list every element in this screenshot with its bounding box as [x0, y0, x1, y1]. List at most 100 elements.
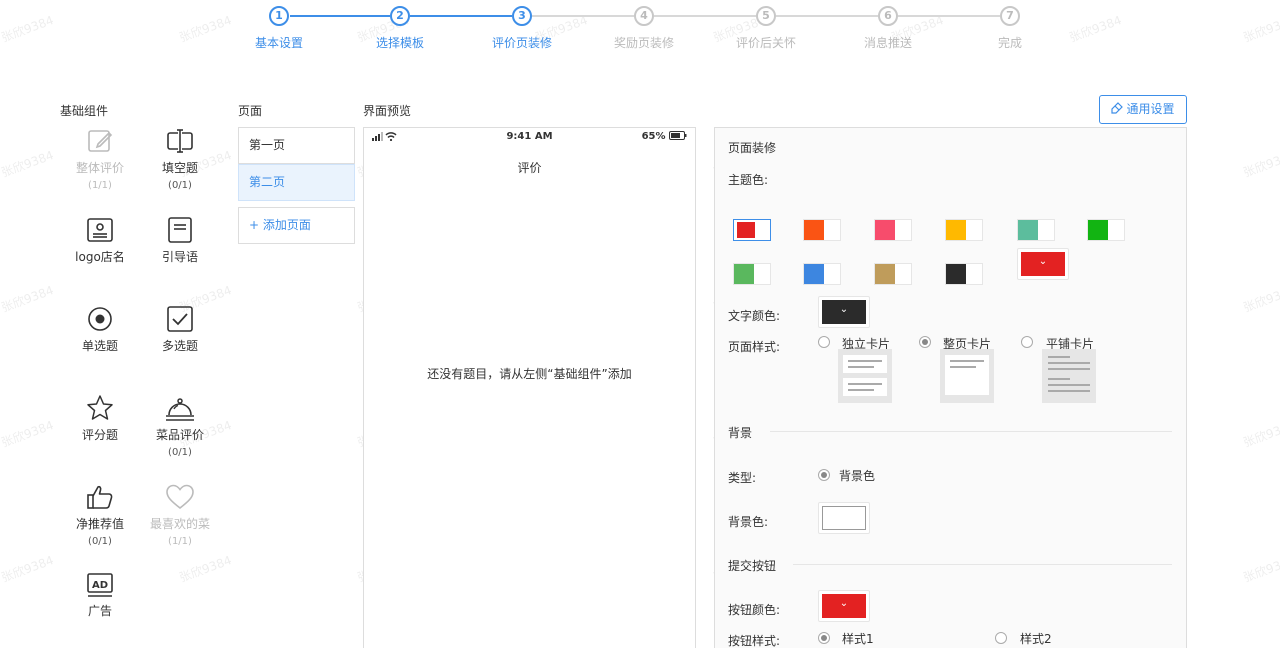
- component-favorite-dish[interactable]: 最喜欢的菜 (1/1): [144, 483, 216, 547]
- component-dish-review[interactable]: 菜品评价 (0/1): [144, 394, 216, 458]
- theme-color-swatch[interactable]: [1017, 219, 1055, 241]
- theme-color-swatch[interactable]: [874, 263, 912, 285]
- component-count: (0/1): [168, 447, 192, 458]
- theme-color-swatch[interactable]: [803, 219, 841, 241]
- text-cursor-icon: [167, 129, 193, 153]
- bg-color-picker[interactable]: [818, 502, 870, 534]
- step-6[interactable]: 6 消息推送: [838, 6, 938, 51]
- bg-type-radio[interactable]: [818, 469, 830, 481]
- button-style-option-2: 样式2: [1020, 632, 1052, 646]
- page-style-radio-3[interactable]: [1021, 336, 1033, 348]
- watermark-text: 张欣9384: [0, 283, 56, 315]
- status-bar: 9:41 AM 65%: [364, 128, 695, 146]
- step-number: 4: [634, 6, 654, 26]
- button-color-label: 按钮颜色:: [728, 603, 781, 617]
- custom-theme-color-picker[interactable]: ⌄: [1017, 248, 1069, 280]
- theme-color-swatch[interactable]: [733, 219, 771, 241]
- text-color-label: 文字颜色:: [728, 309, 781, 323]
- theme-color-swatch[interactable]: [803, 263, 841, 285]
- empty-state-text: 还没有题目，请从左侧“基础组件”添加: [427, 367, 632, 381]
- page-style-thumb-2[interactable]: [940, 349, 994, 403]
- step-number: 5: [756, 6, 776, 26]
- watermark-text: 张欣9384: [1241, 553, 1280, 585]
- watermark-text: 张欣9384: [0, 418, 56, 450]
- component-logo-name[interactable]: logo店名: [64, 216, 136, 265]
- settings-panel: 页面装修 主题色: ⌄ 文字颜色: ⌄ 页面样式: 独立卡片 整页卡片 平铺卡片…: [714, 127, 1187, 648]
- swatch-fill: [734, 264, 754, 284]
- chevron-down-icon: ⌄: [839, 598, 849, 609]
- page-item-2[interactable]: 第二页: [238, 164, 355, 201]
- swatch-fill: [1018, 220, 1038, 240]
- general-settings-label: 通用设置: [1126, 102, 1175, 116]
- button-color-picker[interactable]: ⌄: [818, 590, 870, 622]
- page-style-thumb-1[interactable]: [838, 349, 892, 403]
- component-nps[interactable]: 净推荐值 (0/1): [64, 483, 136, 547]
- swatch-fill: [804, 264, 824, 284]
- button-color-fill: ⌄: [822, 594, 866, 618]
- checkbox-icon: [167, 306, 193, 332]
- step-4[interactable]: 4 奖励页装修: [594, 6, 694, 51]
- theme-color-swatch[interactable]: [945, 263, 983, 285]
- swatch-fill: [946, 220, 966, 240]
- step-number: 6: [878, 6, 898, 26]
- note-icon: [168, 217, 192, 243]
- dish-cover-icon: [166, 398, 194, 421]
- component-name: 整体评价: [75, 161, 124, 175]
- step-5[interactable]: 5 评价后关怀: [716, 6, 816, 51]
- component-name: 填空题: [161, 161, 198, 175]
- brush-icon: [1111, 102, 1124, 114]
- page-style-label: 页面样式:: [728, 340, 781, 354]
- component-fill-blank[interactable]: 填空题 (0/1): [144, 127, 216, 191]
- text-color-picker[interactable]: ⌄: [818, 296, 870, 328]
- step-label: 完成: [997, 36, 1022, 50]
- component-rating[interactable]: 评分题: [64, 394, 136, 443]
- theme-color-swatch[interactable]: [945, 219, 983, 241]
- general-settings-button[interactable]: 通用设置: [1099, 95, 1187, 124]
- chevron-down-icon: ⌄: [1038, 256, 1048, 267]
- battery-icon: [669, 131, 687, 140]
- theme-color-swatch[interactable]: [733, 263, 771, 285]
- watermark-text: 张欣9384: [1241, 148, 1280, 180]
- heart-icon: [166, 484, 194, 510]
- swatch-fill: [804, 220, 824, 240]
- thumbs-up-icon: [87, 485, 113, 509]
- page-style-thumb-3[interactable]: [1042, 349, 1096, 403]
- theme-color-swatch[interactable]: [874, 219, 912, 241]
- component-name: 菜品评价: [155, 428, 204, 442]
- button-style-radio-1[interactable]: [818, 632, 830, 644]
- step-2[interactable]: 2 选择模板: [350, 6, 450, 51]
- component-count: (1/1): [88, 180, 112, 191]
- chevron-down-icon: ⌄: [839, 304, 849, 315]
- page-style-radio-1[interactable]: [818, 336, 830, 348]
- phone-preview: 9:41 AM 65% 评价 还没有题目，请从左侧“基础组件”添加: [363, 127, 696, 648]
- component-ad[interactable]: AD 广告: [64, 572, 136, 619]
- text-color-fill: ⌄: [822, 300, 866, 324]
- page-style-radio-2[interactable]: [919, 336, 931, 348]
- component-name: 广告: [87, 604, 112, 618]
- component-multi-choice[interactable]: 多选题: [144, 305, 216, 354]
- custom-theme-color-fill: ⌄: [1021, 252, 1065, 276]
- step-7[interactable]: 7 完成: [960, 6, 1060, 51]
- svg-text:AD: AD: [92, 580, 108, 591]
- component-name: 引导语: [161, 250, 198, 264]
- theme-color-label: 主题色:: [728, 173, 769, 187]
- pages-title: 页面: [238, 104, 263, 118]
- component-intro-text[interactable]: 引导语: [144, 216, 216, 265]
- preview-title: 界面预览: [363, 104, 412, 118]
- component-single-choice[interactable]: 单选题: [64, 305, 136, 354]
- theme-color-swatch[interactable]: [1087, 219, 1125, 241]
- page-item-1[interactable]: 第一页: [238, 127, 355, 164]
- swatch-fill: [946, 264, 966, 284]
- button-style-radio-2[interactable]: [995, 632, 1007, 644]
- step-label: 评价后关怀: [735, 36, 796, 50]
- step-number: 2: [390, 6, 410, 26]
- component-overall-rating[interactable]: 整体评价 (1/1): [64, 127, 136, 191]
- button-style-label: 按钮样式:: [728, 634, 781, 648]
- component-name: 单选题: [81, 339, 118, 353]
- component-name: 多选题: [161, 339, 198, 353]
- step-1[interactable]: 1 基本设置: [229, 6, 329, 51]
- step-3[interactable]: 3 评价页装修: [472, 6, 572, 51]
- step-label: 基本设置: [254, 36, 303, 50]
- add-page-button[interactable]: + 添加页面: [238, 207, 355, 244]
- step-number: 7: [1000, 6, 1020, 26]
